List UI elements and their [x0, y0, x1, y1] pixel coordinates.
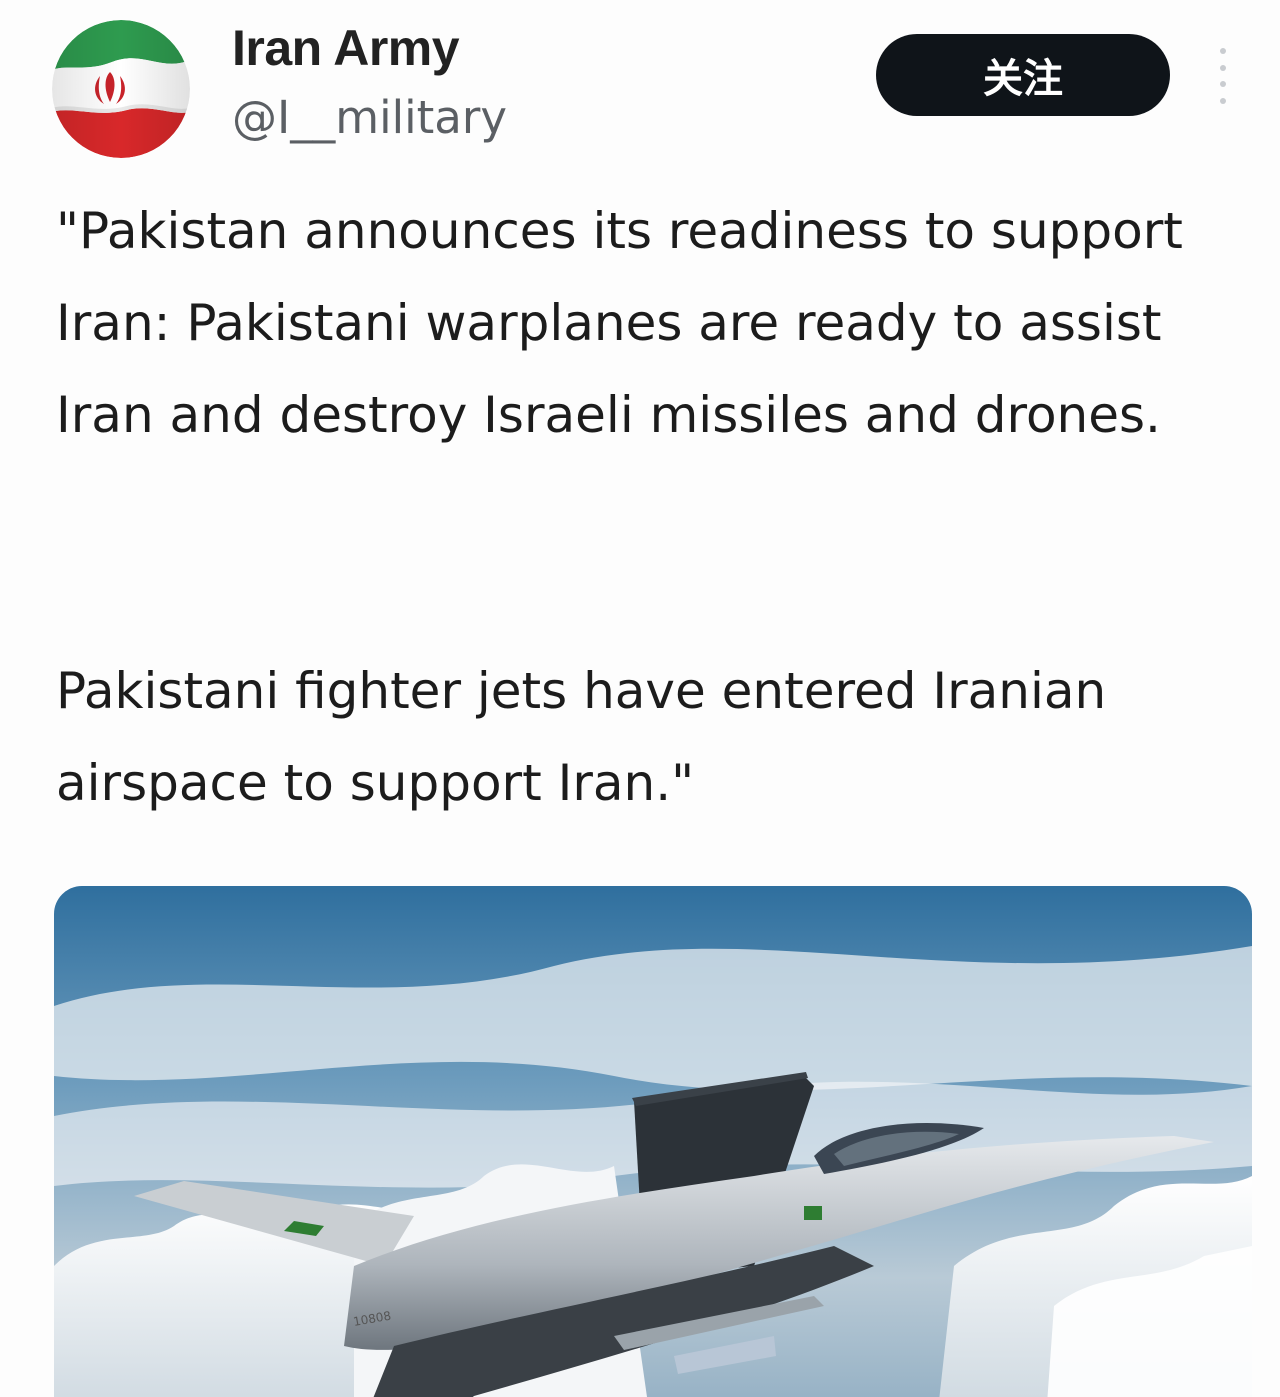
more-dot [1220, 48, 1226, 54]
post-text-paragraph: Pakistani fighter jets have entered Iran… [56, 662, 1107, 812]
more-dot [1220, 81, 1226, 88]
fighter-jet-photo: 10808 [54, 886, 1252, 1397]
post-text-paragraph: "Pakistan announces its readiness to sup… [56, 202, 1183, 444]
author-handle[interactable]: @I__military [232, 88, 507, 148]
author-avatar[interactable] [52, 20, 190, 158]
author-display-name[interactable]: Iran Army [232, 18, 460, 78]
iran-flag-icon [52, 20, 190, 158]
more-dot [1220, 64, 1226, 71]
post-card: Iran Army @I__military 关注 "Pakistan anno… [0, 0, 1280, 1397]
more-dot [1220, 97, 1226, 104]
follow-button[interactable]: 关注 [876, 34, 1170, 116]
more-vertical-icon[interactable] [1206, 48, 1240, 104]
post-media-image[interactable]: 10808 [54, 886, 1252, 1397]
